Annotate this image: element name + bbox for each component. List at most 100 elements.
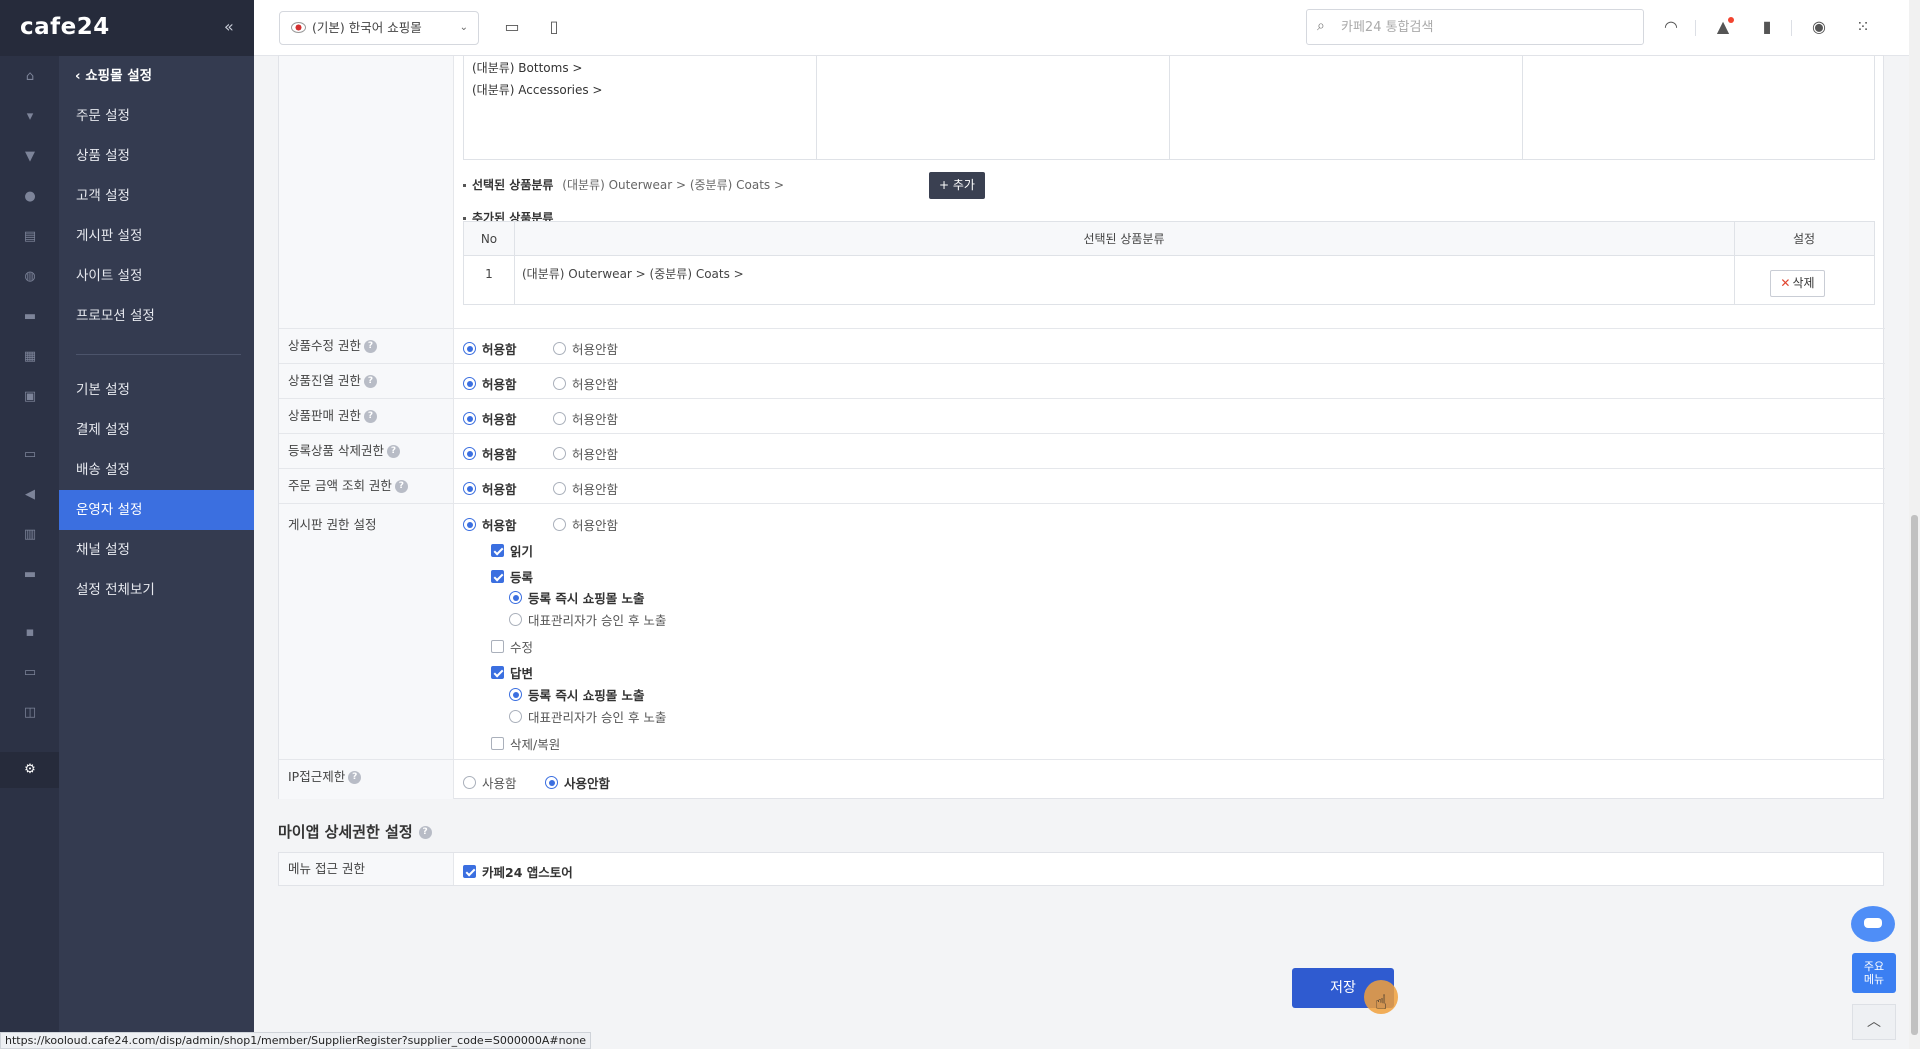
copy-icon[interactable]: ◫ — [23, 706, 37, 720]
help-icon[interactable]: ? — [363, 375, 377, 388]
register-expose-now-radio[interactable]: 등록 즉시 쇼핑몰 노출 — [509, 588, 645, 607]
subnav-item-product[interactable]: 상품 설정 — [59, 136, 254, 176]
category-col-detail — [1523, 56, 1875, 159]
desktop-view-icon[interactable]: ▭ — [502, 17, 522, 37]
shirt-icon[interactable]: ▼ — [23, 150, 37, 164]
ip-use-label: 사용함 — [482, 776, 517, 791]
deny-radio[interactable]: 허용안함 — [553, 409, 618, 428]
register-expose-after-radio[interactable]: 대표관리자가 승인 후 노출 — [509, 610, 666, 629]
allow-label: 허용함 — [482, 412, 517, 427]
coupon-icon[interactable]: ▬ — [23, 310, 37, 324]
cart-icon[interactable]: ▾ — [23, 110, 37, 124]
board-edit-checkbox[interactable]: 수정 — [491, 637, 533, 656]
scroll-top-button[interactable]: ︿ — [1852, 1004, 1896, 1040]
help-icon[interactable]: ? — [363, 340, 377, 353]
add-category-label: 추가 — [952, 178, 975, 192]
reply-expose-now-radio[interactable]: 등록 즉시 쇼핑몰 노출 — [509, 685, 645, 704]
col-divider — [514, 222, 515, 304]
apps-icon[interactable]: ▪ — [23, 626, 37, 640]
allow-radio[interactable]: 허용함 — [463, 444, 517, 463]
help-icon[interactable]: ? — [363, 410, 377, 423]
mall-select-value: (기본) 한국어 쇼핑몰 — [312, 20, 422, 35]
subnav-back-shop-settings[interactable]: ‹ 쇼핑몰 설정 — [59, 56, 254, 96]
help-icon[interactable]: ? — [386, 445, 400, 458]
integrated-search[interactable]: ⌕ — [1306, 9, 1644, 45]
allow-radio[interactable]: 허용함 — [463, 409, 517, 428]
deny-radio[interactable]: 허용안함 — [553, 339, 618, 358]
palette-icon[interactable]: ◍ — [23, 270, 37, 284]
board-reply-label: 답변 — [510, 666, 534, 681]
allow-label: 허용함 — [482, 447, 517, 462]
subnav-item-board[interactable]: 게시판 설정 — [59, 216, 254, 256]
search-input[interactable] — [1341, 18, 1631, 36]
subnav-item-customer[interactable]: 고객 설정 — [59, 176, 254, 216]
grid-menu-icon[interactable]: ⁙ — [1853, 17, 1873, 37]
allow-radio[interactable]: 허용함 — [463, 339, 517, 358]
ip-use-radio[interactable]: 사용함 — [463, 773, 517, 792]
subnav-item-operator[interactable]: 운영자 설정 — [59, 490, 254, 530]
gear-icon[interactable]: ⚙ — [23, 763, 37, 777]
help-icon[interactable]: ? — [348, 771, 362, 784]
subnav-item-site[interactable]: 사이트 설정 — [59, 256, 254, 296]
delete-category-button[interactable]: ✕ 삭제 — [1770, 270, 1825, 297]
board-icon[interactable]: ▤ — [23, 230, 37, 244]
perm-row-header: 주문 금액 조회 권한? — [279, 469, 454, 503]
shop-icon[interactable]: ▭ — [23, 448, 37, 462]
truck-icon[interactable]: ▬ — [23, 568, 37, 582]
main-menu-float-button[interactable]: 주요 메뉴 — [1852, 953, 1896, 993]
myapp-menu-row: 메뉴 접근 권한 카페24 앱스토어 — [279, 853, 1885, 885]
board-register-checkbox[interactable]: 등록 — [491, 567, 533, 586]
deny-radio[interactable]: 허용안함 — [553, 374, 618, 393]
perm-label: 주문 금액 조회 권한 — [288, 478, 392, 493]
calendar-icon[interactable]: ▥ — [23, 528, 37, 542]
mobile-view-icon[interactable]: ▯ — [544, 17, 564, 37]
chart-icon[interactable]: ▦ — [23, 350, 37, 364]
subnav-item-basic[interactable]: 기본 설정 — [59, 370, 254, 410]
deny-radio[interactable]: 허용안함 — [553, 479, 618, 498]
ip-not-use-radio[interactable]: 사용안함 — [545, 773, 610, 792]
perm-row-sale: 상품판매 권한? 허용함 허용안함 — [279, 398, 1885, 433]
folder-icon[interactable]: ▭ — [23, 666, 37, 680]
board-delete-restore-label: 삭제/복원 — [510, 737, 561, 752]
headset-icon[interactable]: ◠ — [1661, 17, 1681, 37]
bookmark-icon[interactable]: ▮ — [1757, 17, 1777, 37]
help-icon[interactable]: ? — [394, 480, 408, 493]
close-icon: ✕ — [1780, 276, 1791, 290]
user-icon[interactable]: ● — [23, 190, 37, 204]
category-bottoms[interactable]: (대분류) Bottoms > — [472, 59, 582, 76]
board-deny-radio[interactable]: 허용안함 — [553, 515, 618, 534]
page-scrollbar[interactable] — [1909, 0, 1920, 1049]
deny-radio[interactable]: 허용안함 — [553, 444, 618, 463]
megaphone-icon[interactable]: ◀ — [23, 488, 37, 502]
top-header: (기본) 한국어 쇼핑몰 ⌄ ▭ ▯ ⌕ ◠ ▲ ▮ ◉ ⁙ — [254, 0, 1909, 56]
appstore-checkbox[interactable]: 카페24 앱스토어 — [463, 862, 573, 881]
subnav-item-order[interactable]: 주문 설정 — [59, 96, 254, 136]
scrollbar-thumb[interactable] — [1911, 515, 1918, 1035]
board-read-checkbox[interactable]: 읽기 — [491, 541, 533, 560]
allow-radio[interactable]: 허용함 — [463, 374, 517, 393]
chevron-down-icon: ⌄ — [459, 22, 468, 33]
perm-label: 상품판매 권한 — [288, 408, 361, 423]
subnav-item-shipping[interactable]: 배송 설정 — [59, 450, 254, 490]
account-icon[interactable]: ◉ — [1809, 17, 1829, 37]
added-category-table-head: No 선택된 상품분류 설정 — [464, 222, 1874, 256]
subnav-item-promotion[interactable]: 프로모션 설정 — [59, 296, 254, 336]
reply-expose-after-radio[interactable]: 대표관리자가 승인 후 노출 — [509, 707, 666, 726]
board-reply-checkbox[interactable]: 답변 — [491, 663, 533, 682]
chatbot-icon[interactable] — [1851, 906, 1895, 942]
add-category-button[interactable]: + 추가 — [929, 172, 985, 199]
subnav-item-channel[interactable]: 채널 설정 — [59, 530, 254, 570]
allow-radio[interactable]: 허용함 — [463, 479, 517, 498]
expose-now-label: 등록 즉시 쇼핑몰 노출 — [528, 591, 645, 606]
mall-select[interactable]: (기본) 한국어 쇼핑몰 ⌄ — [279, 11, 479, 45]
cafe24-logo[interactable]: cafe24 — [20, 14, 110, 40]
collapse-sidebar-icon[interactable]: « — [224, 17, 234, 36]
board-allow-radio[interactable]: 허용함 — [463, 515, 517, 534]
category-accessories[interactable]: (대분류) Accessories > — [472, 81, 603, 98]
home-icon[interactable]: ⌂ — [23, 70, 37, 84]
subnav-item-all-settings[interactable]: 설정 전체보기 — [59, 570, 254, 610]
report-icon[interactable]: ▣ — [23, 390, 37, 404]
help-icon[interactable]: ? — [418, 826, 432, 839]
board-delete-restore-checkbox[interactable]: 삭제/복원 — [491, 734, 560, 753]
subnav-item-payment[interactable]: 결제 설정 — [59, 410, 254, 450]
